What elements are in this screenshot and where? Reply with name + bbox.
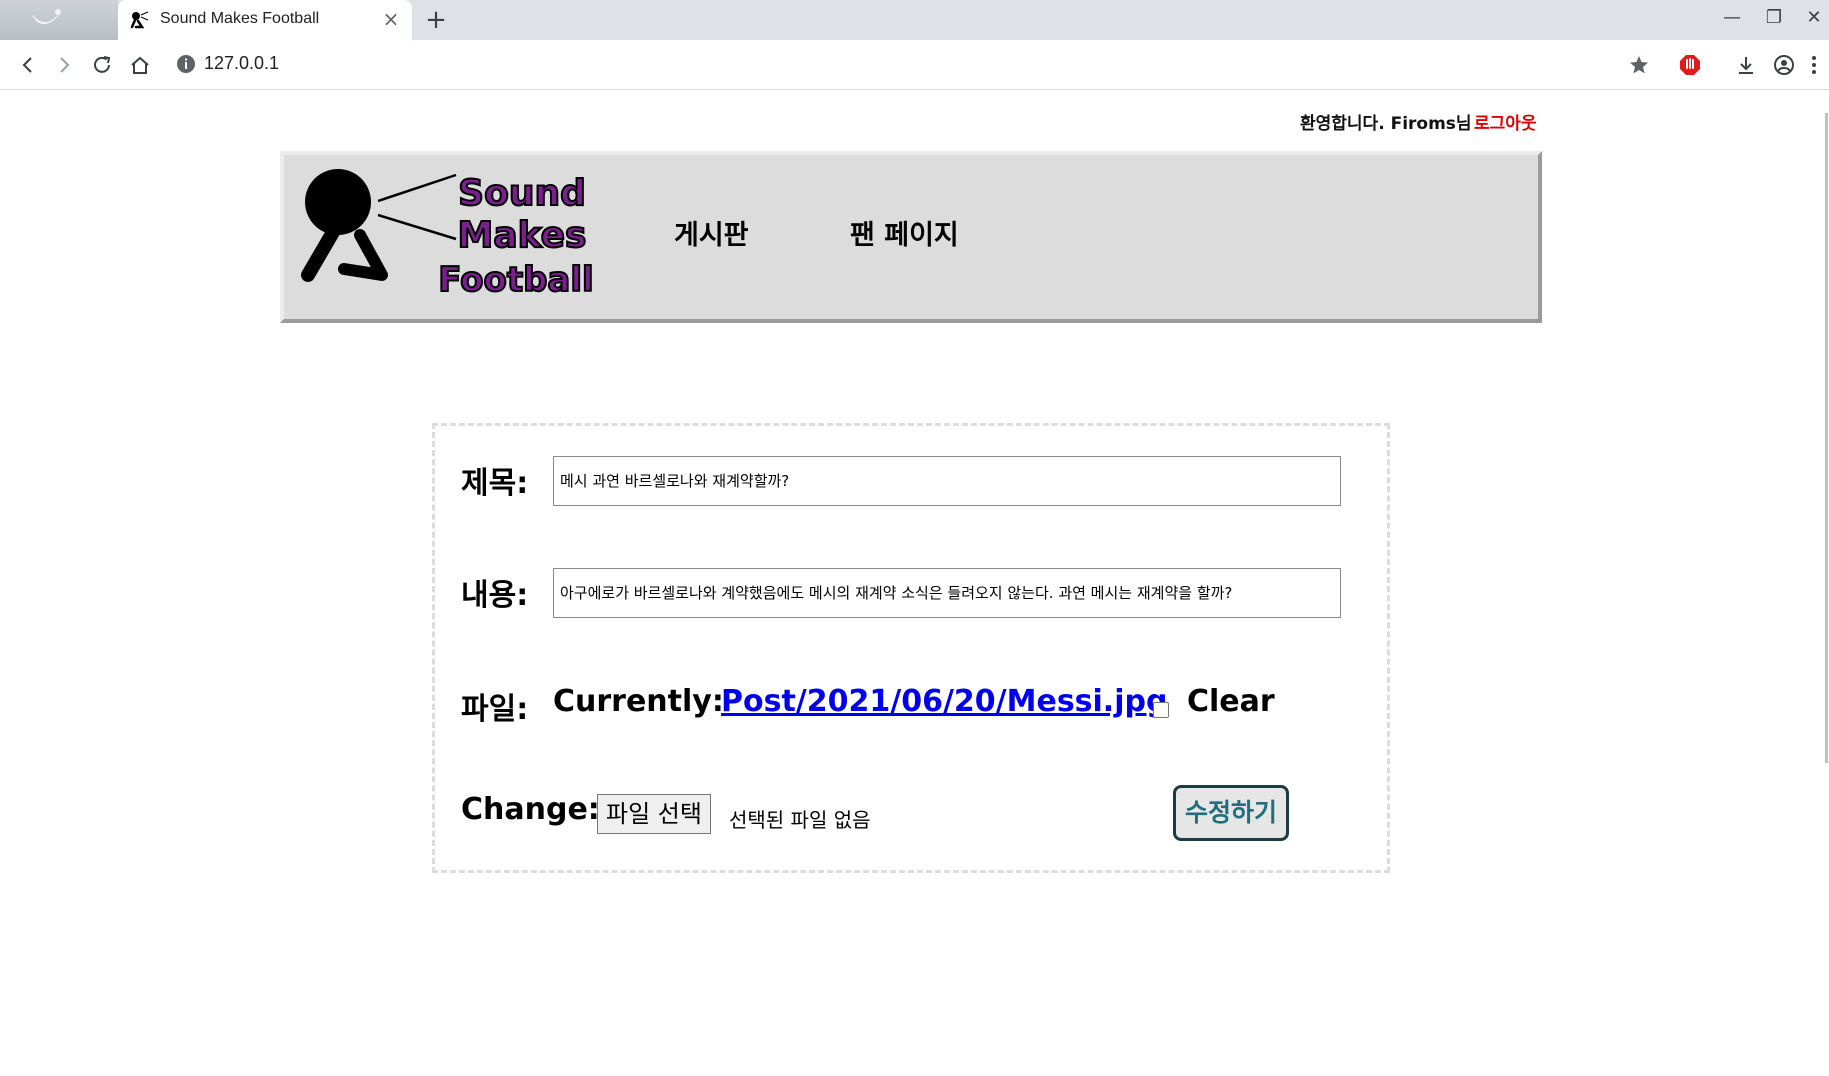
close-window-button[interactable]: ✕ <box>1796 4 1829 32</box>
info-icon[interactable] <box>176 54 196 74</box>
clear-checkbox[interactable] <box>1153 702 1169 718</box>
account-icon <box>1774 55 1794 75</box>
download-icon <box>1739 57 1753 74</box>
logo-text-sound: Sound <box>458 173 586 214</box>
site-logo[interactable]: Sound Makes Football <box>298 167 598 307</box>
nav-board[interactable]: 게시판 <box>674 213 749 252</box>
logo-text-football: Football <box>438 260 593 300</box>
nav-fan-page[interactable]: 팬 페이지 <box>850 213 959 252</box>
logout-link[interactable]: 로그아웃 <box>1474 109 1537 134</box>
logo-text-makes: Makes <box>458 215 587 256</box>
bookmark-button[interactable] <box>1625 51 1653 79</box>
adblock-extension-button[interactable] <box>1676 51 1704 79</box>
arrow-left-icon <box>22 57 32 73</box>
page-scrollbar[interactable] <box>1812 91 1829 1076</box>
browser-tab-active[interactable]: Sound Makes Football × <box>118 0 412 40</box>
browser-toolbar: 127.0.0.1 <box>0 40 1829 90</box>
content-label: 내용: <box>461 578 529 613</box>
star-icon <box>1630 56 1648 74</box>
browser-tabstrip: Sound Makes Football × + — ❐ ✕ <box>0 0 1829 40</box>
reload-button[interactable] <box>88 51 116 79</box>
restore-button[interactable]: ❐ <box>1756 4 1792 32</box>
file-label: 파일: <box>461 692 529 727</box>
arrow-right-icon <box>60 57 70 73</box>
submit-edit-button[interactable]: 수정하기 <box>1173 785 1289 841</box>
choose-file-button[interactable]: 파일 선택 <box>597 794 711 834</box>
address-bar[interactable]: 127.0.0.1 <box>204 53 279 74</box>
new-tab-button[interactable]: + <box>422 6 450 34</box>
title-input[interactable]: 메시 과연 바르셀로나와 재계약할까? <box>553 456 1341 506</box>
no-file-text: 선택된 파일 없음 <box>729 808 871 832</box>
clear-label: Clear <box>1187 684 1275 719</box>
more-vertical-icon <box>1812 56 1816 74</box>
minimize-button[interactable]: — <box>1714 4 1750 32</box>
tab-close-icon[interactable]: × <box>380 8 402 30</box>
stop-sign-icon <box>1680 55 1700 75</box>
bird-icon <box>32 9 61 24</box>
tab-title: Sound Makes Football <box>160 10 320 27</box>
menu-button[interactable] <box>1804 51 1824 79</box>
content-input[interactable]: 아구에로가 바르셀로나와 계약했음에도 메시의 재계약 소식은 들려오지 않는다… <box>553 568 1341 618</box>
home-button[interactable] <box>126 51 154 79</box>
profile-button[interactable] <box>1770 51 1798 79</box>
download-button[interactable] <box>1732 51 1760 79</box>
reload-icon <box>94 56 111 73</box>
browser-tab-inactive[interactable] <box>0 0 118 40</box>
home-icon <box>131 56 149 74</box>
currently-label: Currently: <box>553 684 724 719</box>
site-favicon-icon <box>130 11 149 29</box>
forward-button[interactable] <box>50 51 78 79</box>
post-edit-form: 제목: 메시 과연 바르셀로나와 재계약할까? 내용: 아구에로가 바르셀로나와… <box>432 423 1390 873</box>
welcome-text: 환영합니다. Firoms님 <box>1300 114 1472 134</box>
back-button[interactable] <box>14 51 42 79</box>
change-label: Change: <box>461 792 600 827</box>
site-header: Sound Makes Football 게시판 팬 페이지 <box>280 151 1542 323</box>
title-label: 제목: <box>461 466 529 501</box>
current-file-link[interactable]: Post/2021/06/20/Messi.jpg <box>721 684 1167 719</box>
